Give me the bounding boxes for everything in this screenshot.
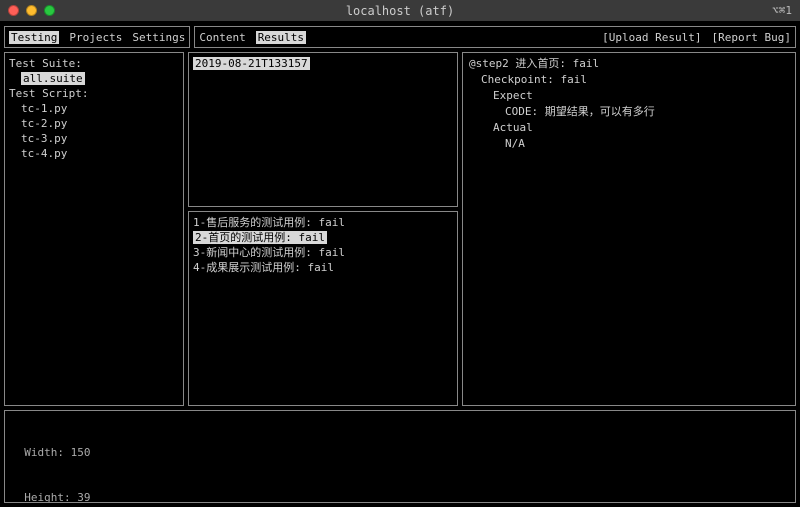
- run-item[interactable]: 2019-08-21T133157: [193, 57, 310, 70]
- tab-results[interactable]: Results: [256, 31, 306, 44]
- suite-selected[interactable]: all.suite: [21, 72, 85, 85]
- minimize-icon[interactable]: [26, 5, 37, 16]
- main-row: Test Suite: all.suite Test Script: tc-1.…: [4, 52, 796, 406]
- script-item[interactable]: tc-2.py: [9, 116, 179, 131]
- script-item[interactable]: tc-1.py: [9, 101, 179, 116]
- menu-projects[interactable]: Projects: [69, 31, 122, 44]
- test-suite-label: Test Suite:: [9, 56, 179, 71]
- expect-label: Expect: [469, 88, 789, 104]
- title-right-indicator: ⌥⌘1: [772, 4, 792, 17]
- close-icon[interactable]: [8, 5, 19, 16]
- menu-testing[interactable]: Testing: [9, 31, 59, 44]
- upload-result-link[interactable]: [Upload Result]: [602, 31, 701, 44]
- middle-column: 2019-08-21T133157 1-售后服务的测试用例: fail 2-首页…: [188, 52, 458, 406]
- window-controls: [8, 5, 55, 16]
- top-menu-row: Testing Projects Settings Content Result…: [4, 26, 796, 48]
- actual-value: N/A: [469, 136, 789, 152]
- tab-content[interactable]: Content: [199, 31, 245, 44]
- console-panel: Width: 150 Height: 39 WorkHistories: [{0…: [4, 410, 796, 503]
- script-item[interactable]: tc-3.py: [9, 131, 179, 146]
- zoom-icon[interactable]: [44, 5, 55, 16]
- actual-label: Actual: [469, 120, 789, 136]
- console-line: Height: 39: [11, 490, 789, 503]
- content-tabs: Content Results [Upload Result] [Report …: [194, 26, 796, 48]
- case-item[interactable]: 3-新闻中心的测试用例: fail: [193, 245, 453, 260]
- case-item[interactable]: 2-首页的测试用例: fail: [193, 231, 327, 244]
- menu-settings[interactable]: Settings: [132, 31, 185, 44]
- step-line: @step2 进入首页: fail: [469, 56, 789, 72]
- script-item[interactable]: tc-4.py: [9, 146, 179, 161]
- expect-code: CODE: 期望结果，可以有多行: [469, 104, 789, 120]
- window-title: localhost (atf): [0, 4, 800, 18]
- app-body: Testing Projects Settings Content Result…: [0, 22, 800, 507]
- main-menu: Testing Projects Settings: [4, 26, 190, 48]
- tab-right-links: [Upload Result] [Report Bug]: [602, 31, 791, 44]
- test-script-label: Test Script:: [9, 86, 179, 101]
- report-bug-link[interactable]: [Report Bug]: [712, 31, 791, 44]
- case-item[interactable]: 4-成果展示测试用例: fail: [193, 260, 453, 275]
- console-line: Width: 150: [11, 445, 789, 460]
- run-list-panel: 2019-08-21T133157: [188, 52, 458, 207]
- case-list-panel: 1-售后服务的测试用例: fail 2-首页的测试用例: fail 3-新闻中心…: [188, 211, 458, 406]
- checkpoint-line: Checkpoint: fail: [469, 72, 789, 88]
- case-item[interactable]: 1-售后服务的测试用例: fail: [193, 215, 453, 230]
- titlebar: localhost (atf) ⌥⌘1: [0, 0, 800, 22]
- detail-panel: @step2 进入首页: fail Checkpoint: fail Expec…: [462, 52, 796, 406]
- sidebar: Test Suite: all.suite Test Script: tc-1.…: [4, 52, 184, 406]
